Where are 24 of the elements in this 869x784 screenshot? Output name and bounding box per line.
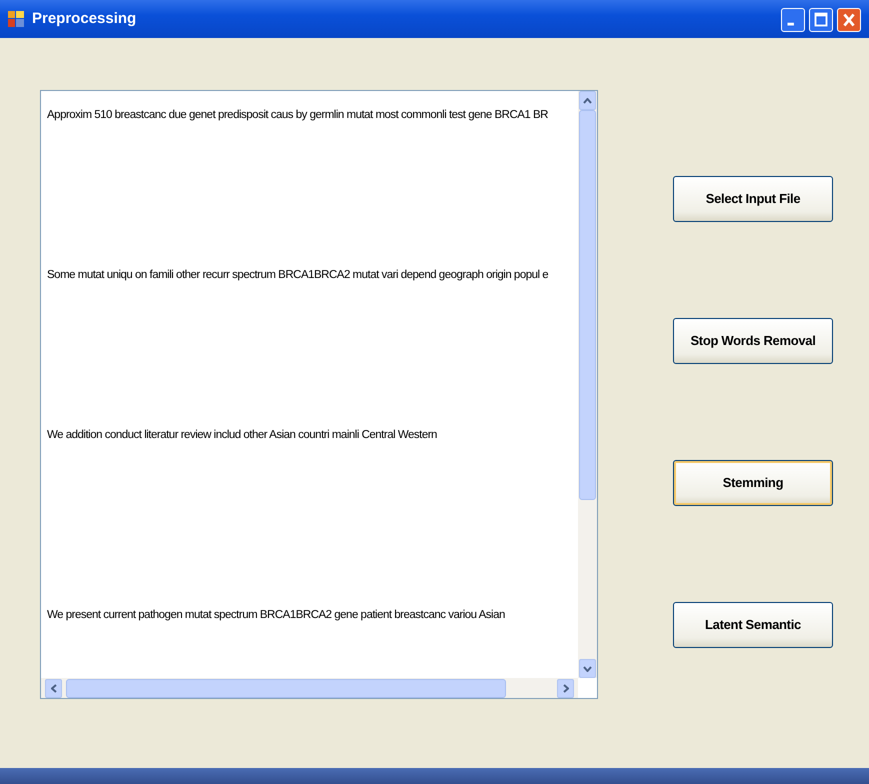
app-icon xyxy=(8,11,24,27)
close-button[interactable] xyxy=(837,8,861,32)
scroll-up-button[interactable] xyxy=(579,91,596,110)
window-title: Preprocessing xyxy=(32,8,136,29)
caret-right-icon xyxy=(562,684,568,693)
text-box[interactable] xyxy=(40,90,598,699)
maximize-button[interactable] xyxy=(809,8,833,32)
minimize-button[interactable] xyxy=(781,8,805,32)
action-button[interactable]: Latent Semantic xyxy=(673,602,833,648)
scroll-thumb[interactable] xyxy=(579,110,596,500)
text-line: Approxim 510 breastcanc due genet predisposit caus by germlin mutat most commonli test gene BRCA1 BR xyxy=(47,108,548,123)
action-button[interactable]: Select Input File xyxy=(673,176,833,222)
caret-down-icon xyxy=(583,666,592,672)
scroll-left-button[interactable] xyxy=(45,678,62,698)
scroll-down-button[interactable] xyxy=(579,659,596,678)
action-button[interactable]: Stop Words Removal xyxy=(673,318,833,364)
action-button[interactable]: Stemming xyxy=(673,460,833,506)
scroll-right-button[interactable] xyxy=(557,678,574,698)
text-line: We addition conduct literatur review includ other Asian countri mainli Central Western xyxy=(47,428,437,443)
caret-up-icon xyxy=(583,98,592,104)
caret-left-icon xyxy=(50,684,56,693)
scroll-thumb[interactable] xyxy=(66,678,506,698)
text-line: Some mutat uniqu on famili other recurr spectrum BRCA1BRCA2 mutat vari depend geograph origin popul e xyxy=(47,268,548,283)
text-line: We present current pathogen mutat spectrum BRCA1BRCA2 gene patient breastcanc variou Asian xyxy=(47,608,505,623)
